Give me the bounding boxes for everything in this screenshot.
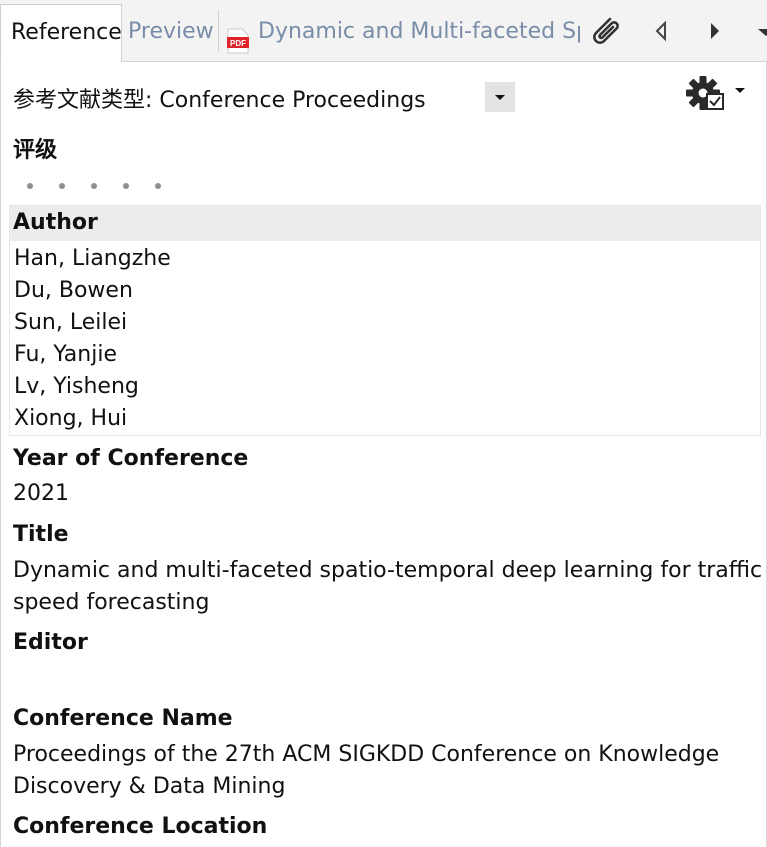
title-value-line1[interactable]: Dynamic and multi-faceted spatio-tempora… <box>13 555 762 587</box>
dropdown-arrow-icon <box>495 95 505 100</box>
rating-dot[interactable] <box>59 183 65 189</box>
triangle-right-icon <box>711 23 719 39</box>
tab-pdf-attachment[interactable]: PDF Dynamic and Multi-faceted Spa <box>222 4 580 62</box>
author-name[interactable]: Du, Bowen <box>14 275 171 307</box>
title-label: Title <box>13 522 69 547</box>
conference-location-label: Conference Location <box>13 814 268 839</box>
gear-icon <box>686 76 745 110</box>
author-name[interactable]: Fu, Yanjie <box>14 339 171 371</box>
reference-panel: 参考文献类型: Conference Proceedings 评级 Author… <box>0 62 767 847</box>
author-header: Author <box>10 206 760 241</box>
conference-name-line1[interactable]: Proceedings of the 27th ACM SIGKDD Confe… <box>13 739 719 771</box>
rating-dot[interactable] <box>91 183 97 189</box>
author-name[interactable]: Xiong, Hui <box>14 403 171 435</box>
chevron-down-icon <box>758 29 767 36</box>
conference-name-line2[interactable]: Discovery & Data Mining <box>13 771 285 803</box>
rating-dot[interactable] <box>123 183 129 189</box>
author-field[interactable]: Author Han, Liangzhe Du, Bowen Sun, Leil… <box>9 205 761 436</box>
reference-type-label: 参考文献类型: Conference Proceedings <box>13 88 426 113</box>
author-label: Author <box>13 210 98 235</box>
reference-type-dropdown[interactable] <box>485 82 515 112</box>
tab-reference-label: Reference <box>11 20 122 45</box>
author-name[interactable]: Lv, Yisheng <box>14 371 171 403</box>
rating-dot[interactable] <box>27 183 33 189</box>
tab-bar: Reference Preview PDF Dynamic and Multi-… <box>0 0 767 63</box>
previous-tab-button[interactable] <box>650 14 672 48</box>
tab-preview[interactable]: Preview <box>122 4 218 62</box>
conference-name-label: Conference Name <box>13 706 233 731</box>
author-name[interactable]: Han, Liangzhe <box>14 243 171 275</box>
editor-label: Editor <box>13 630 88 655</box>
year-label: Year of Conference <box>13 446 249 471</box>
tab-pdf-label: Dynamic and Multi-faceted Spa <box>258 19 580 44</box>
tab-separator <box>218 10 219 52</box>
next-tab-button[interactable] <box>704 14 726 48</box>
paperclip-icon <box>593 17 619 44</box>
tab-reference[interactable]: Reference <box>0 4 122 63</box>
svg-text:PDF: PDF <box>230 39 246 48</box>
attach-button[interactable] <box>586 14 626 48</box>
rating-dot[interactable] <box>155 183 161 189</box>
triangle-left-icon <box>655 20 666 42</box>
tab-toolbar <box>580 0 767 62</box>
rating-stars[interactable] <box>27 174 187 189</box>
more-menu-button[interactable] <box>756 14 767 48</box>
settings-button[interactable] <box>681 72 751 118</box>
author-name[interactable]: Sun, Leilei <box>14 307 171 339</box>
author-list: Han, Liangzhe Du, Bowen Sun, Leilei Fu, … <box>14 243 171 435</box>
rating-label: 评级 <box>13 138 58 163</box>
pdf-file-icon: PDF <box>226 20 250 54</box>
tab-preview-label: Preview <box>128 19 214 44</box>
year-value[interactable]: 2021 <box>13 478 69 510</box>
title-value-line2[interactable]: speed forecasting <box>13 587 209 619</box>
